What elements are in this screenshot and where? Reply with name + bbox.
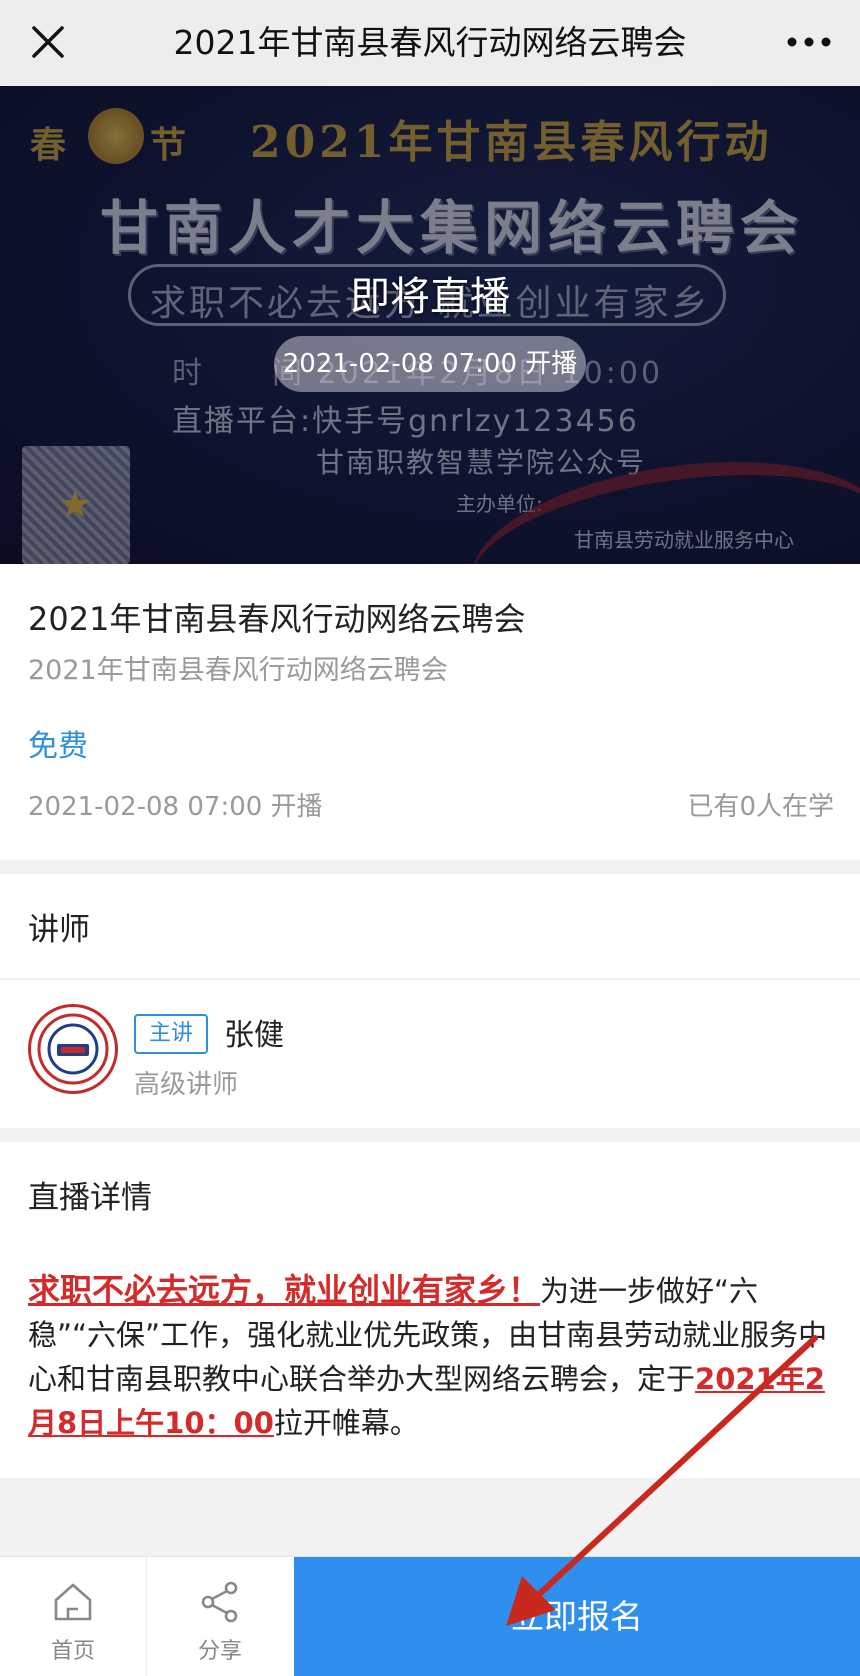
banner-overlay	[0, 86, 860, 564]
share-button[interactable]: 分享	[146, 1557, 293, 1676]
detail-heading: 直播详情	[28, 1180, 152, 1216]
detail-section-header: 直播详情	[0, 1142, 860, 1246]
close-icon[interactable]	[22, 16, 74, 68]
detail-text-2: 拉开帷幕。	[273, 1406, 419, 1440]
live-cover-banner[interactable]: 春 节 2021年甘南县春风行动 甘南人才大集网络云聘会 求职不必去远方 就业创…	[0, 86, 860, 564]
page-title: 2021年甘南县春风行动网络云聘会	[173, 23, 687, 62]
more-icon[interactable]	[778, 16, 840, 68]
lecturer-card[interactable]: 主讲 张健 高级讲师	[0, 980, 860, 1128]
live-start-time-badge: 2021-02-08 07:00 开播	[274, 336, 586, 392]
share-icon	[147, 1579, 293, 1625]
course-title: 2021年甘南县春风行动网络云聘会	[28, 600, 526, 638]
detail-highlight: 求职不必去远方，就业创业有家乡！	[28, 1271, 541, 1309]
home-icon	[0, 1579, 146, 1625]
detail-body: 求职不必去远方，就业创业有家乡！为进一步做好“六稳”“六保”工作，强化就业优先政…	[0, 1246, 860, 1478]
bottom-bar: 首页 分享 立即报名	[0, 1556, 860, 1676]
share-label: 分享	[197, 1639, 242, 1664]
lecturer-heading: 讲师	[28, 912, 90, 948]
lecturer-role: 高级讲师	[134, 1070, 239, 1100]
course-subtitle: 2021年甘南县春风行动网络云聘会	[28, 655, 448, 686]
lecturer-section-header: 讲师	[0, 874, 860, 978]
course-info-card: 2021年甘南县春风行动网络云聘会 2021年甘南县春风行动网络云聘会 免费 2…	[0, 564, 860, 860]
price-label: 免费	[28, 729, 88, 764]
signup-button[interactable]: 立即报名	[294, 1557, 860, 1676]
lecturer-name: 张健	[224, 1018, 284, 1053]
detail-paragraph: 求职不必去远方，就业创业有家乡！为进一步做好“六稳”“六保”工作，强化就业优先政…	[28, 1268, 828, 1445]
top-bar: 2021年甘南县春风行动网络云聘会	[0, 0, 860, 87]
learner-count: 已有0人在学	[687, 792, 834, 822]
lecturer-tag-badge: 主讲	[134, 1014, 208, 1054]
avatar[interactable]	[28, 1004, 118, 1094]
home-label: 首页	[50, 1639, 95, 1664]
live-status: 即将直播	[350, 274, 510, 320]
start-time: 2021-02-08 07:00 开播	[28, 792, 323, 822]
home-button[interactable]: 首页	[0, 1557, 146, 1676]
